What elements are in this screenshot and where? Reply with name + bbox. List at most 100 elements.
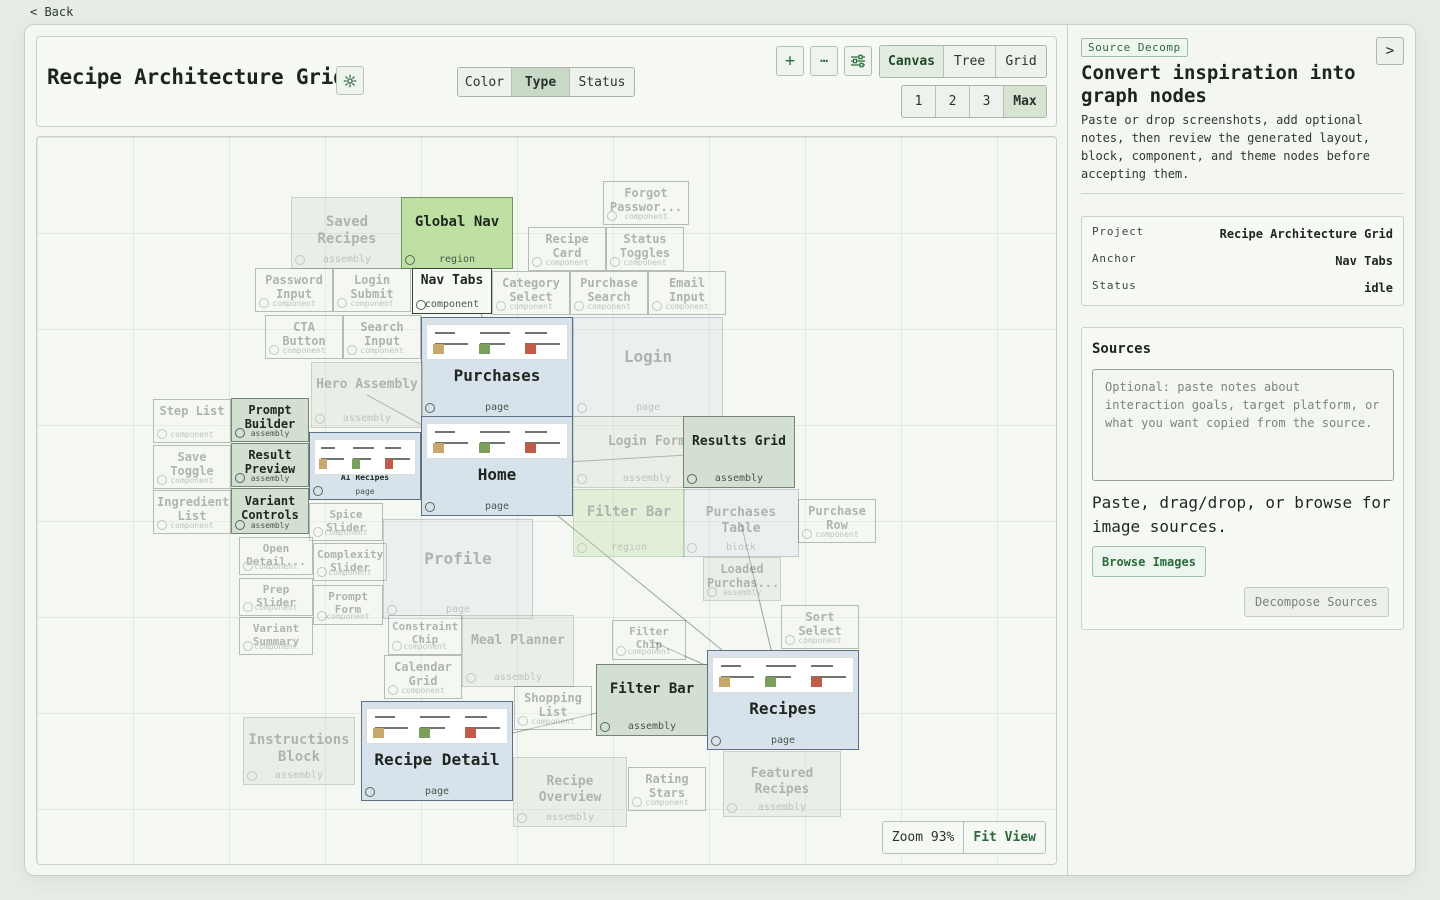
graph-node-recipe-detail[interactable]: Recipe Detail page — [361, 701, 513, 801]
graph-node-open-details[interactable]: Open Detail... component — [239, 537, 313, 575]
color-mode-group: Color Type Status — [457, 67, 635, 97]
node-status-icon — [387, 605, 397, 615]
graph-node-forgot-password[interactable]: Forgot Passwor... component — [603, 181, 689, 225]
graph-node-calendar-grid[interactable]: Calendar Grid component — [384, 655, 462, 699]
color-mode-color[interactable]: Color — [458, 68, 512, 96]
back-link[interactable]: < Back — [30, 5, 73, 19]
app-frame: Recipe Architecture Grid Color Type Stat… — [24, 24, 1416, 876]
node-title: Recipe Card — [545, 232, 589, 261]
graph-node-spice-slider[interactable]: Spice Slider component — [309, 503, 383, 541]
graph-node-meal-planner[interactable]: Meal Planner assembly — [462, 615, 574, 687]
color-mode-status[interactable]: Status — [570, 68, 634, 96]
node-status-icon — [517, 813, 527, 823]
graph-node-hero-assembly[interactable]: Hero Assembly assembly — [311, 362, 423, 428]
node-status-icon — [269, 345, 279, 355]
browse-images-button[interactable]: Browse Images — [1092, 546, 1206, 577]
view-mode-canvas[interactable]: Canvas — [880, 46, 944, 77]
graph-node-save-toggle[interactable]: Save Toggle component — [153, 445, 231, 489]
node-title: Loaded Purchas... — [707, 562, 780, 591]
graph-node-prep-slider[interactable]: Prep Slider component — [239, 578, 313, 616]
graph-node-results-grid[interactable]: Results Grid assembly — [683, 416, 795, 488]
depth-1[interactable]: 1 — [902, 86, 936, 117]
graph-node-recipe-card[interactable]: Recipe Card component — [528, 227, 606, 271]
view-mode-tree[interactable]: Tree — [944, 46, 996, 77]
view-mode-grid[interactable]: Grid — [996, 46, 1046, 77]
graph-node-login-submit[interactable]: Login Submit component — [333, 268, 411, 312]
graph-node-prompt-form[interactable]: Prompt Form component — [313, 585, 383, 625]
node-title: Prompt Builder — [244, 403, 296, 432]
graph-node-featured-recipes[interactable]: Featured Recipes assembly — [723, 751, 841, 817]
graph-node-variant-summary[interactable]: Variant Summary component — [239, 617, 313, 655]
depth-3[interactable]: 3 — [970, 86, 1004, 117]
graph-node-filter-bar[interactable]: Filter Bar assembly — [596, 664, 708, 736]
node-title: Login — [623, 347, 673, 366]
source-decomp-tag: Source Decomp — [1081, 38, 1188, 57]
node-title: Featured Recipes — [750, 766, 814, 797]
node-status-icon — [295, 255, 305, 265]
graph-node-complexity-slider[interactable]: Complexity Slider component — [313, 543, 387, 581]
node-title: Shopping List — [524, 691, 582, 720]
graph-node-search-input[interactable]: Search Input component — [343, 315, 421, 359]
filters-button[interactable] — [844, 46, 872, 76]
node-title: Category Select — [502, 276, 560, 305]
graph-node-email-input[interactable]: Email Input component — [648, 271, 726, 315]
graph-node-sort-select[interactable]: Sort Select component — [781, 605, 859, 649]
more-options-button[interactable]: ⋯ — [810, 46, 838, 76]
graph-node-saved-recipes[interactable]: Saved Recipes assembly — [291, 197, 403, 269]
graph-node-purchase-row[interactable]: Purchase Row component — [798, 499, 876, 543]
node-title: Results Grid — [692, 434, 786, 449]
node-title: Hero Assembly — [316, 377, 418, 392]
source-notes-input[interactable] — [1092, 369, 1394, 481]
node-title: Purchase Search — [580, 276, 638, 305]
depth-max[interactable]: Max — [1004, 86, 1046, 117]
add-node-button[interactable]: + — [776, 46, 804, 76]
graph-node-purchase-search[interactable]: Purchase Search component — [570, 271, 648, 315]
color-mode-type[interactable]: Type — [512, 68, 570, 96]
graph-node-cta-button[interactable]: CTA Button component — [265, 315, 343, 359]
graph-node-global-nav[interactable]: Global Nav region — [401, 197, 513, 269]
graph-node-password-input[interactable]: Password Input component — [255, 268, 333, 312]
graph-node-profile[interactable]: Profile page — [383, 519, 533, 619]
panel-description: Paste or drop screenshots, add optional … — [1081, 113, 1370, 181]
depth-2[interactable]: 2 — [936, 86, 970, 117]
graph-node-prompt-builder[interactable]: Prompt Builder assembly — [231, 398, 309, 442]
node-title: Step List — [159, 404, 225, 418]
node-type-label: block — [725, 542, 757, 553]
graph-node-login[interactable]: Login page — [573, 317, 723, 417]
graph-node-home[interactable]: Home page — [421, 416, 573, 516]
graph-node-category-select[interactable]: Category Select component — [492, 271, 570, 315]
graph-node-result-preview[interactable]: Result Preview assembly — [231, 443, 309, 487]
graph-node-ingredient-list[interactable]: Ingredient List component — [153, 490, 231, 534]
graph-node-shopping-list[interactable]: Shopping List component — [514, 686, 592, 730]
graph-canvas[interactable]: Saved Recipes assembly Global Nav region For… — [36, 136, 1057, 865]
collapse-panel-button[interactable]: > — [1376, 37, 1404, 65]
header-panel: Recipe Architecture Grid Color Type Stat… — [36, 36, 1057, 127]
node-title: Filter Bar — [609, 681, 695, 697]
graph-node-loaded-purchases[interactable]: Loaded Purchas... assembly — [703, 557, 781, 601]
settings-button[interactable] — [336, 66, 364, 95]
graph-node-variant-controls[interactable]: Variant Controls assembly — [231, 488, 309, 534]
graph-node-recipe-overview[interactable]: Recipe Overview assembly — [513, 757, 627, 827]
graph-node-filter-bar-region[interactable]: Filter Bar region — [573, 489, 685, 557]
graph-node-purchases-table[interactable]: Purchases Table block — [683, 489, 799, 557]
project-meta-card: Project Recipe Architecture Grid Anchor … — [1081, 216, 1404, 306]
decompose-sources-button[interactable]: Decompose Sources — [1244, 587, 1389, 617]
meta-row-status: Status idle — [1092, 279, 1393, 306]
node-title: Save Toggle — [170, 450, 214, 479]
graph-node-constraint-chip[interactable]: Constraint Chip component — [388, 615, 462, 655]
sources-card: Sources Paste, drag/drop, or browse for … — [1081, 327, 1404, 630]
graph-node-nav-tabs[interactable]: Nav Tabs component — [412, 268, 492, 314]
graph-node-filter-chip[interactable]: Filter Chip component — [612, 620, 686, 660]
graph-node-ai-recipes[interactable]: AI Recipes page — [309, 432, 421, 500]
graph-node-instructions-block[interactable]: Instructions Block assembly — [243, 717, 355, 785]
fit-view-button[interactable]: Fit View — [964, 822, 1045, 853]
graph-node-rating-stars[interactable]: Rating Stars component — [628, 767, 706, 811]
node-type-label: region — [610, 542, 648, 553]
graph-node-purchases[interactable]: Purchases page — [421, 317, 573, 417]
node-title: Sort Select — [798, 610, 842, 639]
graph-node-recipes[interactable]: Recipes page — [707, 650, 859, 750]
graph-node-step-list[interactable]: Step List component — [153, 399, 231, 443]
node-type-label: assembly — [342, 413, 392, 424]
graph-node-status-toggles[interactable]: Status Toggles component — [606, 227, 684, 271]
sliders-icon — [851, 54, 865, 68]
